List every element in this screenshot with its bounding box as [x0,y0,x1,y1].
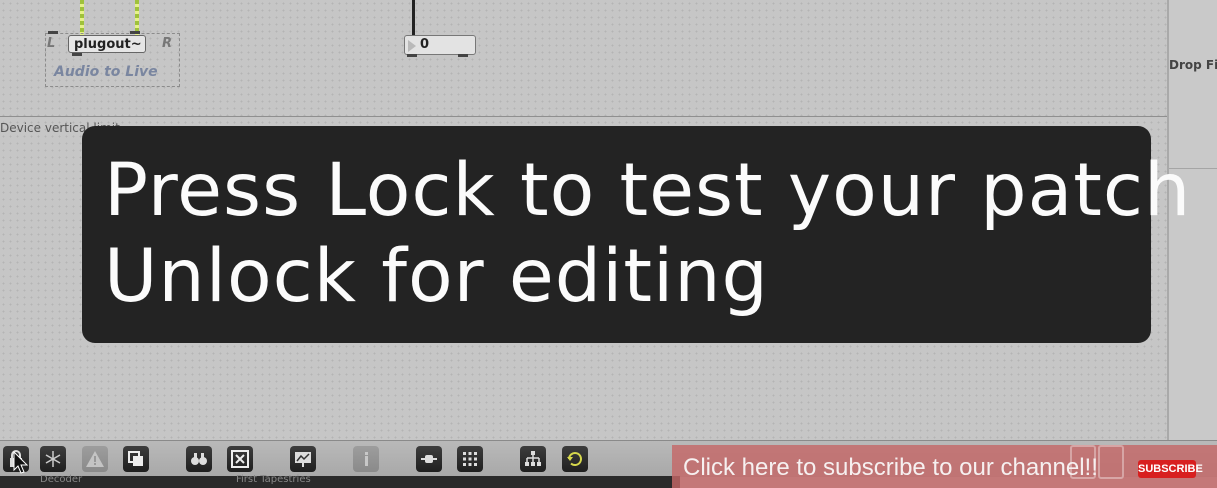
outlet-marker [458,54,468,57]
plugout-object[interactable]: plugout~ [68,35,146,53]
subscribe-banner[interactable]: Click here to subscribe to our channel!!… [672,445,1217,488]
grid-button[interactable] [457,446,483,472]
refresh-button[interactable] [562,446,588,472]
caption-line-2: Unlock for editing [104,234,769,319]
subscribe-text[interactable]: Click here to subscribe to our channel!! [683,454,1098,482]
inlet-marker [130,31,140,34]
caption-overlay: Press Lock to test your patch Unlock for… [82,126,1190,343]
info-button[interactable] [353,446,379,472]
warning-button[interactable] [82,446,108,472]
grid-icon [463,452,477,466]
layers-icon [128,451,143,466]
snowflake-icon [45,451,61,467]
status-right-text: First Tapestries [236,474,311,485]
subscribe-badge[interactable]: SUBSCRIBE [1138,460,1203,478]
status-left-text: Decoder [40,474,83,485]
audio-to-live-comment: Audio to Live [54,64,158,80]
number-box[interactable]: 0 [404,35,476,55]
number-triangle-icon [408,40,416,52]
refresh-icon [567,452,582,467]
ghost-square [1098,445,1124,479]
right-port-label: R [162,36,173,51]
hierarchy-icon [525,451,541,466]
hierarchy-button[interactable] [520,446,546,472]
clear-button[interactable] [227,446,253,472]
inlet-marker [48,31,58,34]
device-vertical-limit-line [0,116,1167,117]
status-bar: Decoder First Tapestries [0,474,680,488]
chart-icon [295,452,311,467]
caption-line-1: Press Lock to test your patch [104,148,1192,233]
warning-icon [86,451,104,467]
find-button[interactable] [186,446,212,472]
debug-button[interactable] [290,446,316,472]
patch-cord-left[interactable] [80,0,84,36]
mouse-cursor-icon [13,451,29,474]
outlet-marker [72,53,82,56]
outlet-marker [407,54,417,57]
number-value: 0 [420,37,430,52]
connection-icon [421,455,437,463]
presentation-button[interactable] [40,446,66,472]
info-icon [365,452,368,466]
connection-button[interactable] [416,446,442,472]
paste-button[interactable] [123,446,149,472]
left-port-label: L [47,36,56,51]
patch-cord-number[interactable] [412,0,415,36]
binoculars-icon [191,453,207,465]
drop-files-label: Drop Files [1169,58,1217,72]
close-box-icon [231,450,249,468]
